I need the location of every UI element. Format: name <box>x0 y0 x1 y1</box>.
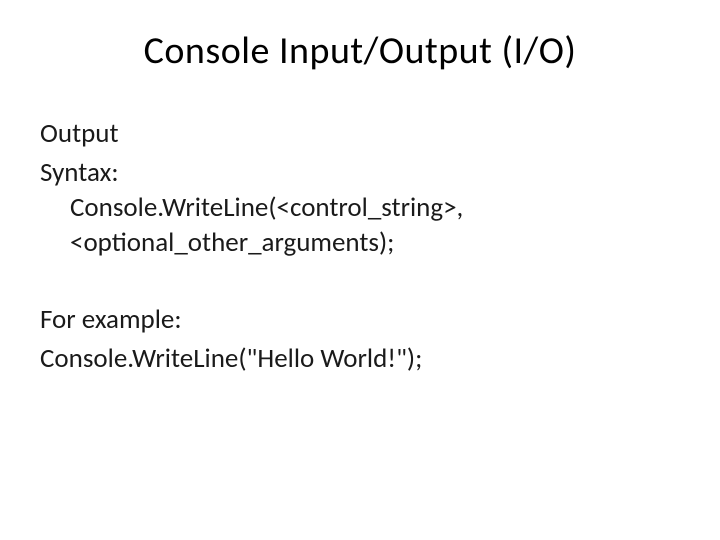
syntax-label: Syntax: <box>40 156 119 189</box>
output-heading: Output <box>40 116 680 151</box>
example-line: Console.WriteLine("Hello World!"); <box>40 341 680 376</box>
slide-content: Output Syntax: Console.WriteLine(<contro… <box>40 116 680 377</box>
syntax-line: Console.WriteLine(<control_string>,<opti… <box>40 190 680 260</box>
syntax-block: Syntax: Console.WriteLine(<control_strin… <box>40 155 680 260</box>
for-example-label: For example: <box>40 302 680 337</box>
slide-title: Console Input/Output (I/O) <box>40 28 680 74</box>
